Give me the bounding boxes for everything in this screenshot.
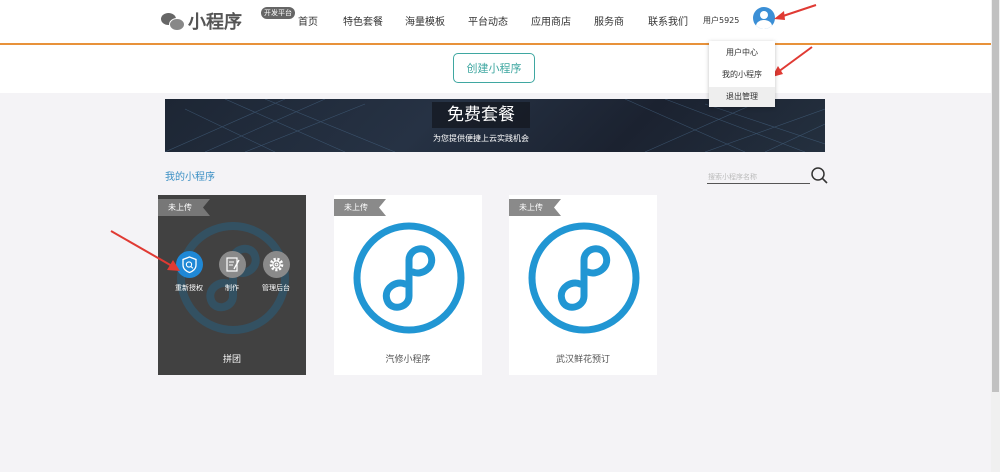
card-name: 汽修小程序 — [385, 355, 431, 365]
search-input[interactable]: 搜索小程序名称 — [708, 172, 757, 182]
user-name[interactable]: 用户5925 — [703, 15, 739, 26]
menu-item-my-miniprograms[interactable]: 我的小程序 — [709, 65, 775, 85]
site-logo[interactable]: 小程序 开发平台 — [161, 7, 295, 34]
status-badge-label: 未上传 — [168, 203, 192, 212]
banner-title: 免费套餐 — [432, 102, 530, 128]
nav-home[interactable]: 首页 — [298, 13, 318, 28]
create-miniprogram-button[interactable]: 创建小程序 — [453, 53, 535, 83]
menu-item-user-center[interactable]: 用户中心 — [709, 43, 775, 63]
annotation-arrow-icon — [774, 4, 817, 20]
logo-text: 小程序 — [188, 12, 242, 33]
miniprogram-logo-icon — [528, 222, 640, 334]
scrollbar-track[interactable] — [991, 0, 1000, 472]
annotation-arrow-icon — [110, 230, 180, 271]
nav-templates[interactable]: 海量模板 — [405, 13, 445, 28]
nav-featured-packages[interactable]: 特色套餐 — [343, 13, 383, 28]
nav-news[interactable]: 平台动态 — [468, 13, 508, 28]
admin-backend-label: 管理后台 — [262, 284, 290, 292]
user-dropdown-menu: 用户中心 我的小程序 退出管理 — [709, 41, 775, 107]
search-underline — [707, 183, 810, 184]
logo-badge: 开发平台 — [261, 7, 295, 19]
reauthorize-label: 重新授权 — [175, 284, 203, 292]
miniprogram-logo-icon — [353, 222, 465, 334]
wechat-logo-icon — [161, 11, 185, 31]
admin-backend-button[interactable]: 管理后台 — [256, 251, 296, 293]
card-name: 拼团 — [222, 355, 241, 365]
nav-contact[interactable]: 联系我们 — [648, 13, 688, 28]
annotation-arrow-icon — [772, 46, 813, 77]
banner-subtitle: 为您提供便捷上云实践机会 — [433, 134, 529, 143]
scrollbar-thumb[interactable] — [992, 0, 999, 392]
build-label: 制作 — [225, 284, 239, 292]
search-icon[interactable] — [810, 166, 828, 184]
section-title: 我的小程序 — [165, 172, 215, 183]
miniprogram-card[interactable]: 未上传 汽修小程序 — [334, 195, 482, 375]
card-name: 武汉鲜花预订 — [555, 355, 610, 365]
status-badge-label: 未上传 — [519, 203, 543, 212]
miniprogram-card[interactable]: 未上传 重新授权 制作 管理后台 拼团 — [158, 195, 306, 375]
status-badge-label: 未上传 — [344, 203, 368, 212]
menu-item-logout[interactable]: 退出管理 — [709, 87, 775, 107]
miniprogram-card[interactable]: 未上传 武汉鲜花预订 — [509, 195, 657, 375]
gear-icon — [262, 251, 290, 278]
top-navbar: 小程序 开发平台 首页 特色套餐 海量模板 平台动态 应用商店 服务商 联系我们… — [0, 0, 1000, 43]
nav-app-store[interactable]: 应用商店 — [531, 13, 571, 28]
edit-icon — [218, 251, 246, 278]
nav-service-providers[interactable]: 服务商 — [594, 13, 624, 28]
build-button[interactable]: 制作 — [212, 251, 252, 293]
